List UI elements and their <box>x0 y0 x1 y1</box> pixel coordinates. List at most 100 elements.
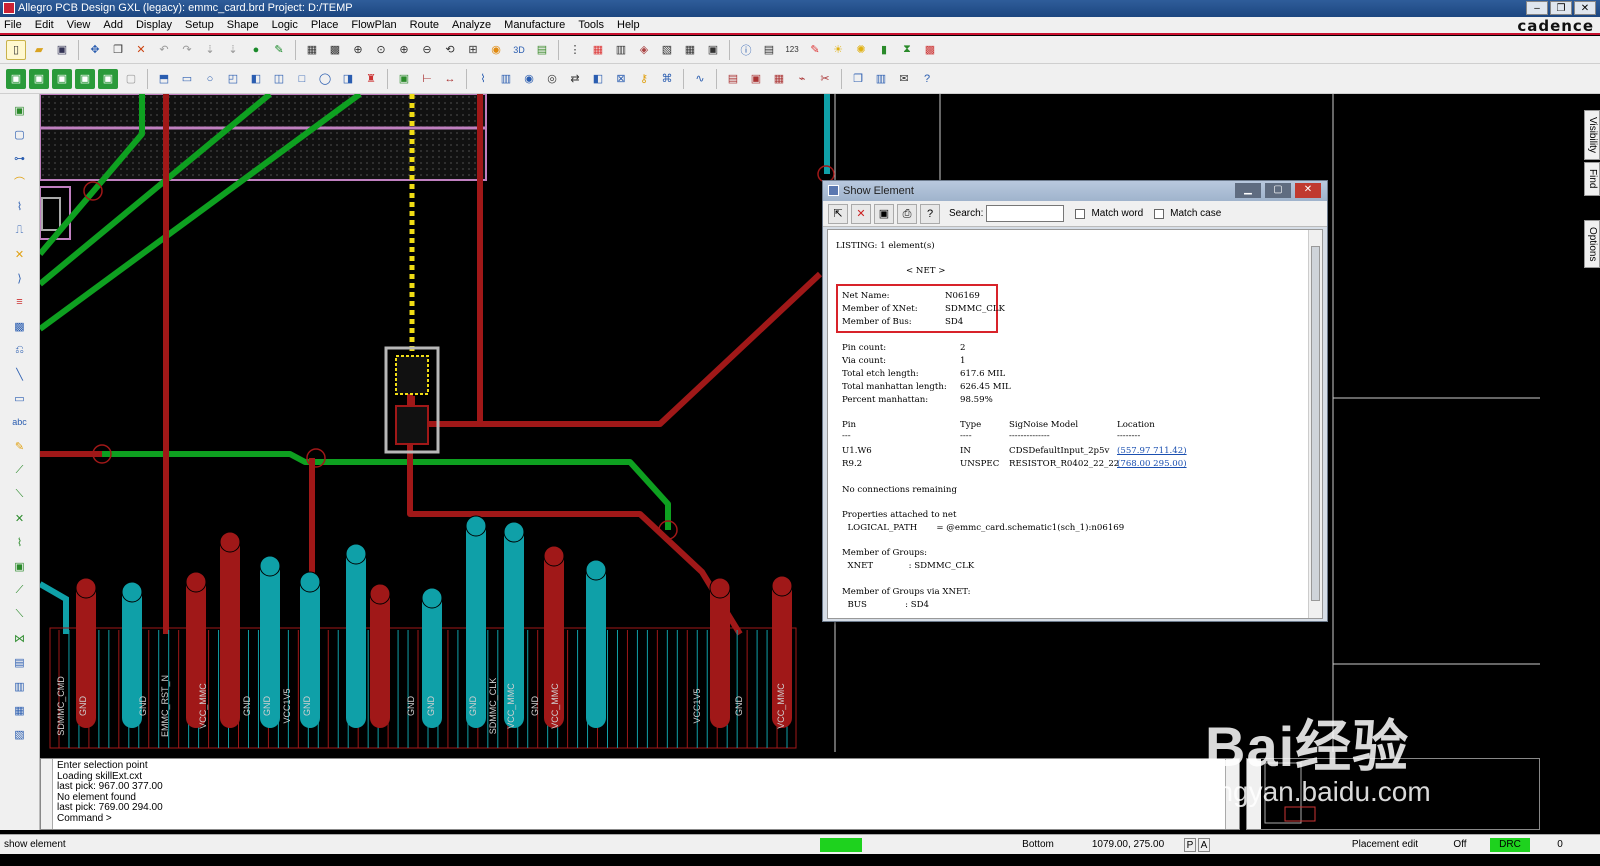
new-file-icon[interactable]: ▯ <box>6 39 26 60</box>
package-icon[interactable]: ▣ <box>394 69 414 89</box>
menu-setup[interactable]: Setup <box>185 19 214 31</box>
command-side-grip[interactable] <box>41 759 53 829</box>
edit-text-icon[interactable]: ✎ <box>10 436 30 456</box>
pkg-symbol-icon[interactable]: ▤ <box>723 69 743 89</box>
swap-icon[interactable]: ⇄ <box>565 69 585 89</box>
layer-visibility-icon[interactable]: ▥ <box>611 40 631 60</box>
mail-icon[interactable]: ✉ <box>894 69 914 89</box>
menu-route[interactable]: Route <box>410 19 439 31</box>
delete-segment-icon[interactable]: ⟩ <box>10 268 30 288</box>
move-icon[interactable]: ✥ <box>85 40 105 60</box>
key-icon[interactable]: ⚷ <box>634 69 654 89</box>
text-icon[interactable]: abc <box>10 412 30 432</box>
plan-icon[interactable]: ▤ <box>10 652 30 672</box>
layer-bottom-icon[interactable]: ▣ <box>29 68 49 89</box>
menu-manufacture[interactable]: Manufacture <box>504 19 565 31</box>
active-layer[interactable]: Bottom <box>1008 838 1068 852</box>
pad-stack-icon[interactable]: ▦ <box>769 69 789 89</box>
delete-icon[interactable]: ✕ <box>131 40 151 60</box>
camera-icon[interactable]: ◎ <box>542 69 562 89</box>
dialog-maximize-button[interactable]: ▢ <box>1265 183 1291 198</box>
layer-all-icon[interactable]: ▣ <box>75 68 95 89</box>
dimension-icon[interactable]: ⊢ <box>417 69 437 89</box>
circle-icon[interactable]: ○ <box>200 69 220 89</box>
fix-icon[interactable]: ● <box>246 40 266 60</box>
pin-icon[interactable]: ⇱ <box>828 203 848 224</box>
component-icon[interactable]: ♜ <box>361 69 381 89</box>
copy-icon[interactable]: ❐ <box>108 40 128 60</box>
shield-icon[interactable]: ▩ <box>10 316 30 336</box>
delay-tune-icon[interactable]: ⌇ <box>10 196 30 216</box>
cut-icon[interactable]: ✂ <box>815 69 835 89</box>
menu-file[interactable]: File <box>4 19 22 31</box>
select-icon[interactable]: ◰ <box>223 69 243 89</box>
tab-visibility[interactable]: Visibility <box>1584 110 1600 160</box>
zoom-world-icon[interactable]: ⊞ <box>463 40 483 60</box>
zoom-out-icon[interactable]: ⊖ <box>417 40 437 60</box>
split-view-icon[interactable]: ▥ <box>871 69 891 89</box>
pick-toggle[interactable]: P <box>1184 838 1196 852</box>
bubble-icon[interactable]: ≡ <box>10 292 30 312</box>
via-icon[interactable]: ◉ <box>519 69 539 89</box>
flow-icon[interactable]: ⟍ <box>10 604 30 624</box>
dialog-close-button[interactable]: ✕ <box>1295 183 1321 198</box>
auto-route-icon[interactable]: ⟋ <box>10 460 30 480</box>
menu-help[interactable]: Help <box>617 19 640 31</box>
square-icon[interactable]: □ <box>292 69 312 89</box>
rectangle-icon[interactable]: ▭ <box>177 69 197 89</box>
restore-button[interactable]: ❐ <box>1550 1 1572 15</box>
redo-list-icon[interactable]: ⇣ <box>223 40 243 60</box>
wire-icon[interactable]: ⌁ <box>792 69 812 89</box>
zoom-fit-icon[interactable]: ⊙ <box>371 40 391 60</box>
layer-top-icon[interactable]: ▣ <box>6 68 26 89</box>
undo-icon[interactable]: ↶ <box>154 40 174 60</box>
route-select-icon[interactable]: ⟍ <box>10 484 30 504</box>
match-case-checkbox[interactable] <box>1154 208 1165 219</box>
dialog-title-bar[interactable]: Show Element ▁ ▢ ✕ <box>823 181 1327 201</box>
menu-display[interactable]: Display <box>136 19 172 31</box>
fanout-route-icon[interactable]: ⟋ <box>10 580 30 600</box>
place-icon[interactable]: ⬒ <box>154 69 174 89</box>
pin-icon[interactable]: ✎ <box>269 40 289 60</box>
command-prompt[interactable]: Command > <box>57 813 1239 825</box>
slide-icon[interactable]: ◧ <box>588 69 608 89</box>
line-icon[interactable]: ╲ <box>10 364 30 384</box>
menu-view[interactable]: View <box>67 19 91 31</box>
menu-analyze[interactable]: Analyze <box>452 19 491 31</box>
cross-section-icon[interactable]: ▣ <box>703 40 723 60</box>
save-icon[interactable]: ▣ <box>52 40 72 60</box>
application-mode[interactable]: Placement edit <box>1340 838 1430 852</box>
shape-icon[interactable]: ◧ <box>246 69 266 89</box>
show-element-icon[interactable]: ⓘ <box>736 40 756 60</box>
sun-icon[interactable]: ☀ <box>828 40 848 60</box>
minimize-button[interactable]: – <box>1526 1 1548 15</box>
shape-edit-icon[interactable]: ◨ <box>338 69 358 89</box>
scrollbar-thumb[interactable] <box>1311 246 1320 601</box>
drc-update-icon[interactable]: ▩ <box>920 40 940 60</box>
bus-icon[interactable]: ▥ <box>496 69 516 89</box>
plan-topo-icon[interactable]: ▦ <box>10 700 30 720</box>
listing-scrollbar[interactable] <box>1308 230 1322 618</box>
bundle-icon[interactable]: ⋈ <box>10 628 30 648</box>
void-icon[interactable]: ◫ <box>269 69 289 89</box>
menu-place[interactable]: Place <box>311 19 339 31</box>
r9-pad-2[interactable] <box>395 405 429 445</box>
add-connect-icon[interactable]: ▣ <box>10 100 30 120</box>
tab-find[interactable]: Find <box>1584 162 1600 196</box>
close-button[interactable]: ✕ <box>1574 1 1596 15</box>
plan-accurate-icon[interactable]: ▧ <box>10 724 30 744</box>
report-icon[interactable]: ▮ <box>874 40 894 60</box>
show-measure-icon[interactable]: ▤ <box>759 40 779 60</box>
save-icon[interactable]: ▣ <box>874 203 894 224</box>
menu-add[interactable]: Add <box>103 19 123 31</box>
add-via-icon[interactable]: ⊶ <box>10 148 30 168</box>
pin-row-1-location-link[interactable]: (557.97 711.42) <box>1117 445 1187 458</box>
search-input[interactable] <box>986 205 1065 222</box>
dehighlight-icon[interactable]: ✺ <box>851 40 871 60</box>
spread-lines-icon[interactable]: ⌇ <box>10 532 30 552</box>
grid-snap-icon[interactable]: ▩ <box>325 40 345 60</box>
fanout-icon[interactable]: ⊠ <box>611 69 631 89</box>
layer-inner-icon[interactable]: ▣ <box>52 68 72 89</box>
redraw-icon[interactable]: ◉ <box>486 40 506 60</box>
undo-list-icon[interactable]: ⇣ <box>200 40 220 60</box>
